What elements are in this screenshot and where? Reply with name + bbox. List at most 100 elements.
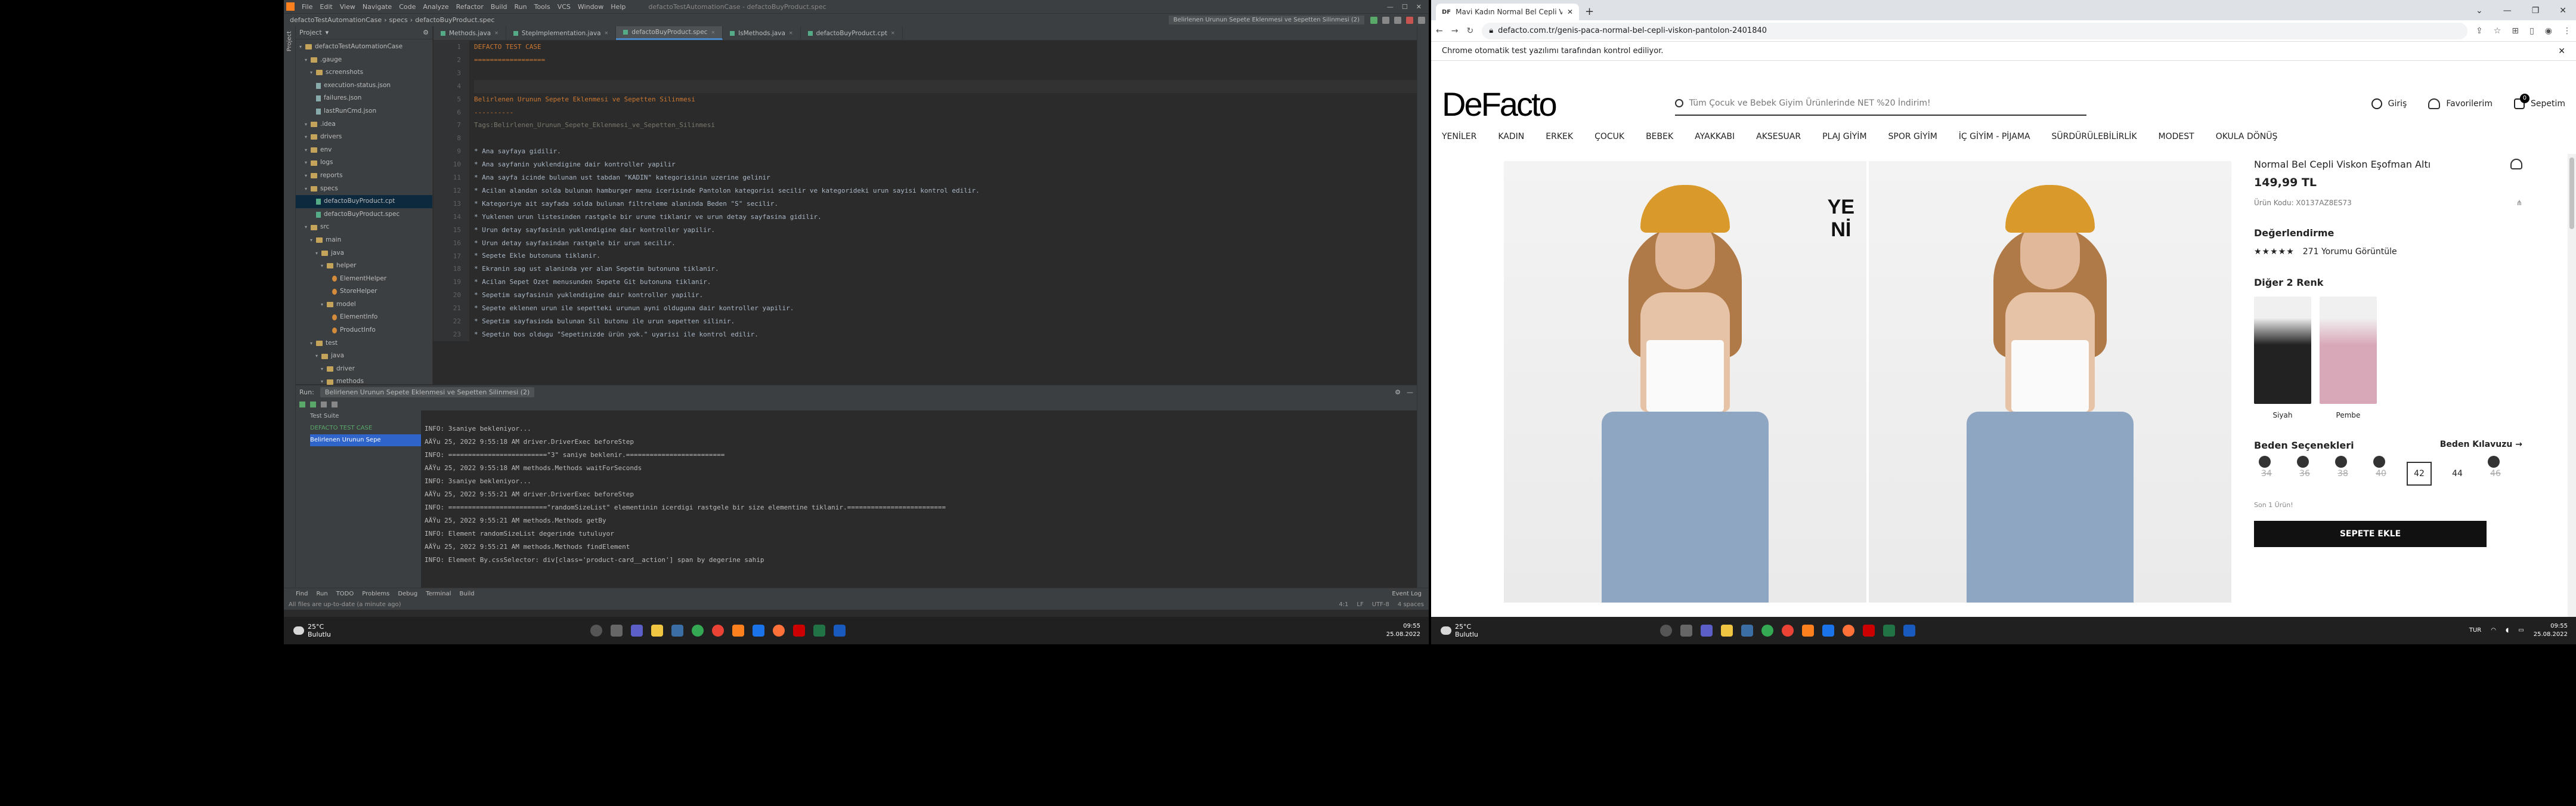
code-line[interactable]: DEFACTO TEST CASE: [474, 41, 1417, 54]
category-link[interactable]: KADIN: [1498, 132, 1546, 141]
size-option[interactable]: 42: [2407, 462, 2432, 486]
chevron-down-icon[interactable]: ▾: [326, 29, 329, 36]
firefox-icon[interactable]: [773, 625, 785, 637]
tree-item[interactable]: ElementInfo: [296, 311, 432, 324]
project-panel-title[interactable]: Project: [299, 29, 322, 36]
tree-item[interactable]: ▾ env: [296, 144, 432, 157]
close-icon[interactable]: ✕: [2559, 6, 2566, 16]
share-icon[interactable]: ⋔: [2516, 199, 2522, 207]
tree-item[interactable]: ▾ .gauge: [296, 54, 432, 67]
debug-icon[interactable]: [1382, 16, 1389, 24]
forward-icon[interactable]: →: [1451, 26, 1459, 36]
tree-item[interactable]: ▾ defactoTestAutomationCase: [296, 41, 432, 54]
code-line[interactable]: * Urun detay sayfasinin yuklendigine dai…: [474, 224, 1417, 237]
tab-close-icon[interactable]: ✕: [891, 30, 895, 36]
store-icon[interactable]: [1741, 625, 1753, 637]
search-icon[interactable]: [1674, 99, 1683, 107]
code-line[interactable]: * Ekranin sag ust alaninda yer alan Sepe…: [474, 263, 1417, 276]
site-search[interactable]: Tüm Çocuk ve Bebek Giyim Ürünlerinde NET…: [1674, 92, 2086, 116]
tree-item[interactable]: ▾ test: [296, 337, 432, 350]
notify-bell-icon[interactable]: [2373, 456, 2385, 468]
code-line[interactable]: * Sepetim sayfasinda bulunan Sil butonu …: [474, 315, 1417, 328]
profile-icon[interactable]: ◉: [2545, 26, 2552, 36]
code-line[interactable]: * Acilan Sepet Ozet menusunden Sepete Gi…: [474, 276, 1417, 289]
code-line[interactable]: * Sepete Ekle butonuna tiklanir.: [474, 249, 1417, 263]
tool-tab-build[interactable]: Build: [460, 591, 475, 597]
tree-item[interactable]: ProductInfo: [296, 324, 432, 337]
tree-item[interactable]: ▾ specs: [296, 183, 432, 196]
favorites-link[interactable]: Favorilerim: [2428, 98, 2493, 109]
windows-start-icon[interactable]: [570, 625, 582, 637]
tree-item[interactable]: execution-status.json: [296, 79, 432, 92]
code-line[interactable]: * Kategoriye ait sayfada solda bulunan f…: [474, 197, 1417, 211]
code-line[interactable]: * Sepetin bos oldugu "Sepetinizde ürün y…: [474, 328, 1417, 341]
cart-link[interactable]: 0 Sepetim: [2513, 94, 2565, 109]
reload-icon[interactable]: ↻: [1466, 26, 1473, 36]
category-link[interactable]: SPOR GİYİM: [1888, 132, 1959, 141]
intellij-icon[interactable]: [1802, 625, 1814, 637]
excel-icon[interactable]: [813, 625, 825, 637]
size-option[interactable]: 40: [2368, 456, 2394, 486]
category-link[interactable]: YENİLER: [1442, 132, 1498, 141]
chrome-icon[interactable]: [1782, 625, 1794, 637]
tab-close-icon[interactable]: ✕: [494, 30, 499, 36]
wifi-icon[interactable]: ◠: [2491, 626, 2496, 635]
tab-close-icon[interactable]: ✕: [605, 30, 609, 36]
battery-icon[interactable]: ▭: [2518, 626, 2524, 635]
store-icon[interactable]: [671, 625, 683, 637]
test-spec-item[interactable]: DEFACTO TEST CASE: [310, 422, 421, 434]
code-line[interactable]: * Sepetim sayfasinin yuklendigine dair k…: [474, 289, 1417, 302]
tree-item[interactable]: defactoBuyProduct.spec: [296, 208, 432, 221]
product-photo-2[interactable]: [1869, 161, 2231, 603]
tree-item[interactable]: failures.json: [296, 92, 432, 105]
teams-icon[interactable]: [631, 625, 643, 637]
code-line[interactable]: [474, 67, 1417, 80]
event-log-button[interactable]: Event Log: [1392, 591, 1429, 597]
project-tool-label[interactable]: Project: [286, 31, 293, 51]
browser-tab[interactable]: DF Mavi Kadın Normal Bel Cepli Visko ✕: [1436, 4, 1579, 20]
editor-tab[interactable]: defactoBuyProduct.spec ✕: [616, 26, 723, 40]
run-tab[interactable]: Belirlenen Urunun Sepete Eklenmesi ve Se…: [320, 387, 535, 397]
reviews-link[interactable]: 271 Yorumu Görüntüle: [2303, 247, 2397, 257]
app-icon[interactable]: [1863, 625, 1875, 637]
code-line[interactable]: * Sepete eklenen urun ile sepetteki urun…: [474, 302, 1417, 315]
category-link[interactable]: SÜRDÜRÜLEBİLİRLİK: [2052, 132, 2159, 141]
editor-tab[interactable]: defactoBuyProduct.cpt ✕: [801, 26, 903, 40]
volume-icon[interactable]: ◖: [2506, 626, 2509, 635]
menu-item-edit[interactable]: Edit: [316, 3, 336, 11]
extensions-icon[interactable]: ⊞: [2512, 26, 2519, 36]
category-link[interactable]: İÇ GİYİM - PİJAMA: [1959, 132, 2052, 141]
size-option[interactable]: 46: [2483, 456, 2508, 486]
windows-start-icon[interactable]: [1640, 625, 1652, 637]
size-option[interactable]: 44: [2445, 462, 2470, 486]
code-line[interactable]: Belirlenen Urunun Sepete Eklenmesi ve Se…: [474, 93, 1417, 106]
tree-item[interactable]: lastRunCmd.json: [296, 105, 432, 118]
word-icon[interactable]: [1903, 625, 1915, 637]
menu-item-code[interactable]: Code: [395, 3, 419, 11]
tab-search-icon[interactable]: ⌄: [2476, 6, 2483, 16]
code-line[interactable]: * Acilan alandan solda bulunan hamburger…: [474, 184, 1417, 197]
color-swatch-pink[interactable]: Pembe: [2320, 297, 2377, 419]
breadcrumb-project[interactable]: defactoTestAutomationCase: [287, 16, 384, 24]
tool-tab-debug[interactable]: Debug: [398, 591, 417, 597]
app-icon[interactable]: [793, 625, 805, 637]
menu-item-file[interactable]: File: [298, 3, 316, 11]
code-view[interactable]: 1 2 3 4 5 6 7 8 9 10 11 12 13 14 15 16 17 18 19 20 21 22 23 DE…: [434, 41, 1417, 341]
tree-item[interactable]: ▾ src: [296, 221, 432, 234]
gear-icon[interactable]: ⚙: [1395, 388, 1401, 396]
close-icon[interactable]: ✕: [2558, 47, 2565, 56]
breadcrumb-folder[interactable]: specs: [387, 16, 410, 24]
run-icon[interactable]: [1370, 16, 1377, 24]
menu-item-navigate[interactable]: Navigate: [359, 3, 395, 11]
expand-icon[interactable]: [332, 402, 338, 407]
app-icon[interactable]: [1822, 625, 1834, 637]
editor-tab[interactable]: StepImplementation.java ✕: [506, 26, 617, 40]
page-scrollbar[interactable]: [2568, 154, 2576, 617]
category-link[interactable]: ERKEK: [1546, 132, 1594, 141]
search-everywhere-icon[interactable]: [1418, 16, 1425, 24]
close-icon[interactable]: ✕: [1416, 3, 1422, 11]
code-lines[interactable]: DEFACTO TEST CASE ================== Belir…: [469, 41, 1417, 341]
size-guide-link[interactable]: Beden Kılavuzu →: [2440, 440, 2522, 451]
search-icon[interactable]: [1660, 625, 1672, 637]
code-line[interactable]: * Ana sayfanin yuklendigine dair kontrol…: [474, 158, 1417, 171]
